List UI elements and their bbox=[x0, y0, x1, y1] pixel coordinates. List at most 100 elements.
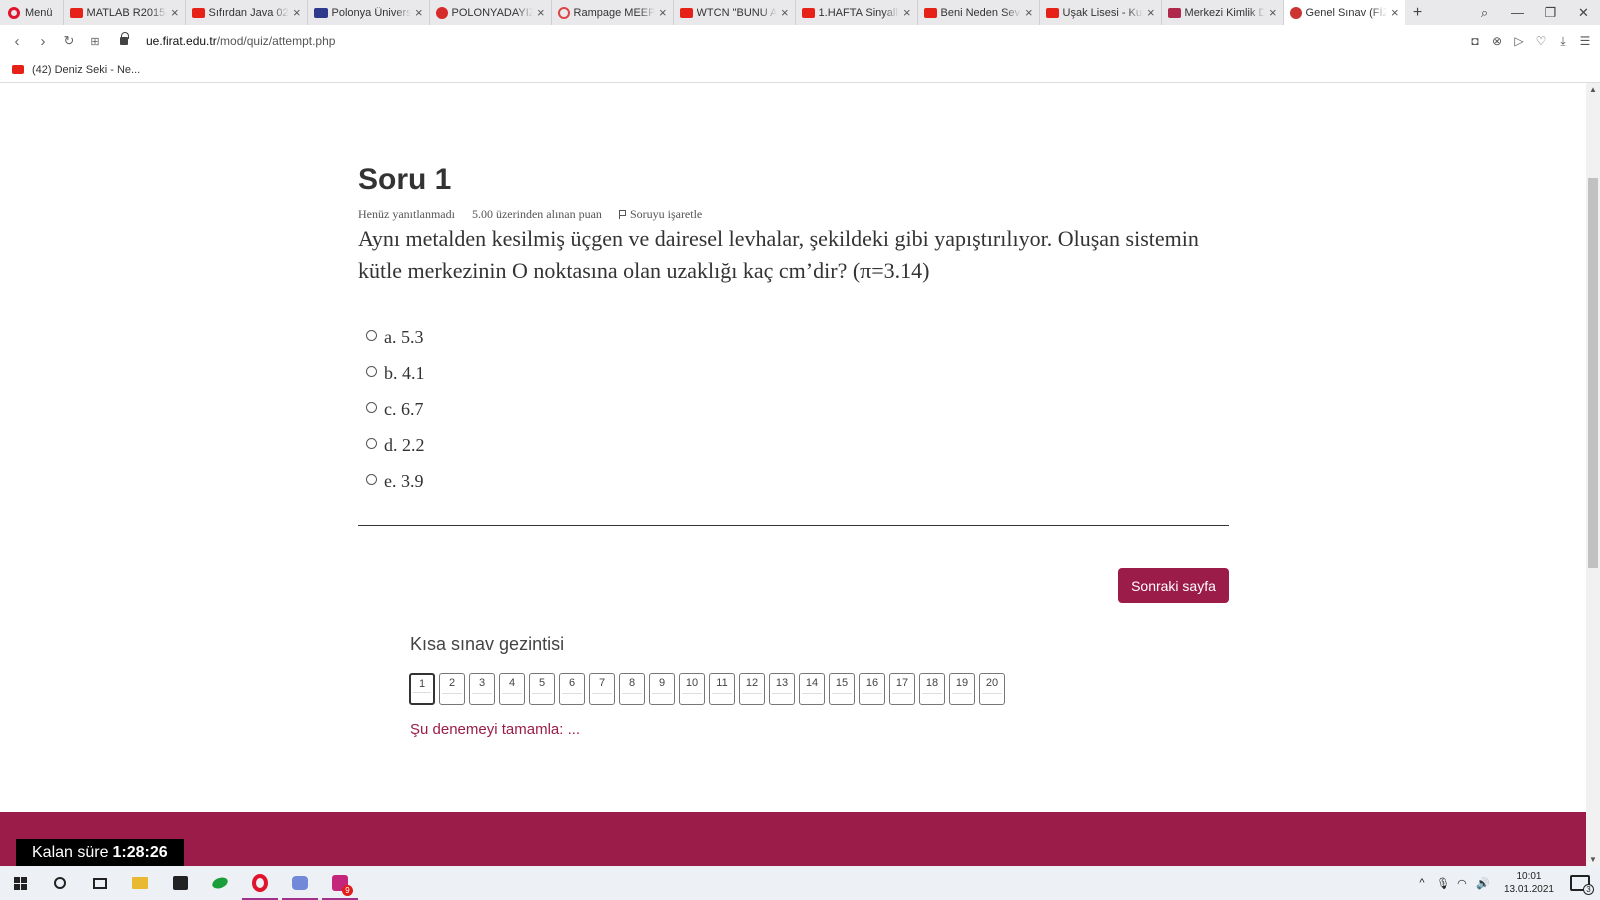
close-tab-icon[interactable]: × bbox=[659, 5, 667, 20]
quiz-nav-button-6[interactable]: 6 bbox=[559, 673, 585, 705]
quiz-nav-button-9[interactable]: 9 bbox=[649, 673, 675, 705]
quiz-nav-button-5[interactable]: 5 bbox=[529, 673, 555, 705]
browser-tab[interactable]: Polonya Üniversit × bbox=[306, 0, 429, 25]
answer-option-d[interactable]: d. 2.2 bbox=[366, 427, 425, 463]
scroll-up-icon[interactable]: ▲ bbox=[1586, 85, 1600, 94]
green-app-button[interactable] bbox=[200, 866, 240, 900]
close-tab-icon[interactable]: × bbox=[1025, 5, 1033, 20]
quiz-nav-button-7[interactable]: 7 bbox=[589, 673, 615, 705]
close-tab-icon[interactable]: × bbox=[1391, 5, 1399, 20]
quiz-nav-button-8[interactable]: 8 bbox=[619, 673, 645, 705]
browser-tab[interactable]: MATLAB R2015a İ × bbox=[62, 0, 185, 25]
answer-option-e[interactable]: e. 3.9 bbox=[366, 463, 425, 499]
minimize-button[interactable]: — bbox=[1501, 5, 1534, 20]
browser-tab[interactable]: POLONYADAYIZ | × bbox=[428, 0, 551, 25]
close-tab-icon[interactable]: × bbox=[1269, 5, 1277, 20]
quiz-nav-button-17[interactable]: 17 bbox=[889, 673, 915, 705]
quiz-nav-button-4[interactable]: 4 bbox=[499, 673, 525, 705]
store-icon bbox=[172, 876, 188, 890]
browser-tab[interactable]: Sıfırdan Java 02 - × bbox=[184, 0, 307, 25]
notification-center-icon[interactable]: 3 bbox=[1570, 875, 1594, 895]
quiz-nav-button-2[interactable]: 2 bbox=[439, 673, 465, 705]
microphone-icon[interactable]: 🎙 bbox=[1436, 877, 1450, 890]
send-icon[interactable]: ▷ bbox=[1512, 34, 1526, 48]
start-button[interactable] bbox=[0, 866, 40, 900]
url-field[interactable]: ue.firat.edu.tr/mod/quiz/attempt.php bbox=[146, 34, 335, 48]
youtube-icon bbox=[191, 7, 205, 18]
snapshot-icon[interactable]: ◘ bbox=[1468, 34, 1482, 48]
quiz-nav-button-18[interactable]: 18 bbox=[919, 673, 945, 705]
browser-tab[interactable]: Uşak Lisesi - Kurt × bbox=[1038, 0, 1161, 25]
browser-tab[interactable]: WTCN "BUNU AS × bbox=[672, 0, 795, 25]
answer-option-b[interactable]: b. 4.1 bbox=[366, 355, 425, 391]
browser-tab[interactable]: Rampage MEEPO × bbox=[550, 0, 673, 25]
download-icon[interactable]: ⤓ bbox=[1556, 34, 1570, 49]
close-tab-icon[interactable]: × bbox=[537, 5, 545, 20]
close-tab-icon[interactable]: × bbox=[415, 5, 423, 20]
radio-button[interactable] bbox=[366, 365, 377, 377]
heart-icon[interactable]: ♡ bbox=[1534, 34, 1548, 48]
wifi-icon[interactable]: ◠ bbox=[1456, 877, 1468, 890]
lock-icon bbox=[120, 32, 129, 45]
opera-taskbar-button[interactable] bbox=[240, 866, 280, 900]
task-view-button[interactable] bbox=[80, 866, 120, 900]
speed-dial-icon[interactable]: ⊞ bbox=[82, 35, 108, 48]
quiz-nav-button-14[interactable]: 14 bbox=[799, 673, 825, 705]
restore-button[interactable]: ❐ bbox=[1534, 5, 1567, 21]
taskbar-search[interactable] bbox=[40, 866, 80, 900]
browser-tab[interactable]: Genel Sınav (FİZ1 × bbox=[1282, 0, 1405, 25]
quiz-nav-button-20[interactable]: 20 bbox=[979, 673, 1005, 705]
scroll-down-icon[interactable]: ▼ bbox=[1586, 855, 1600, 864]
radio-button[interactable] bbox=[366, 329, 377, 341]
discord-taskbar-button[interactable] bbox=[280, 866, 320, 900]
red-circle-icon bbox=[435, 6, 448, 19]
finish-attempt-link[interactable]: Şu denemeyi tamamla: ... bbox=[410, 721, 580, 738]
close-tab-icon[interactable]: × bbox=[1147, 5, 1155, 20]
answer-option-a[interactable]: a. 5.3 bbox=[366, 319, 425, 355]
app-icon: 9 bbox=[332, 875, 353, 896]
quiz-nav-button-16[interactable]: 16 bbox=[859, 673, 885, 705]
folder-icon bbox=[132, 877, 148, 889]
quiz-nav-button-15[interactable]: 15 bbox=[829, 673, 855, 705]
opera-menu-button[interactable]: Menü bbox=[0, 0, 63, 25]
quiz-nav-button-19[interactable]: 19 bbox=[949, 673, 975, 705]
quiz-nav-button-13[interactable]: 13 bbox=[769, 673, 795, 705]
quiz-nav-button-10[interactable]: 10 bbox=[679, 673, 705, 705]
close-window-button[interactable]: ✕ bbox=[1567, 5, 1600, 21]
answer-option-c[interactable]: c. 6.7 bbox=[366, 391, 425, 427]
back-icon[interactable]: ‹ bbox=[4, 33, 30, 50]
address-bar-actions: ◘ ⊗ ▷ ♡ ⤓ ☰ bbox=[1468, 25, 1592, 57]
close-tab-icon[interactable]: × bbox=[293, 5, 301, 20]
quiz-nav-button-12[interactable]: 12 bbox=[739, 673, 765, 705]
quiz-nav-button-1[interactable]: 1 bbox=[409, 673, 435, 705]
close-tab-icon[interactable]: × bbox=[781, 5, 789, 20]
bookmark-item[interactable]: (42) Deniz Seki - Ne... bbox=[32, 64, 140, 76]
radio-button[interactable] bbox=[366, 401, 377, 413]
quiz-nav-button-3[interactable]: 3 bbox=[469, 673, 495, 705]
browser-tab[interactable]: Beni Neden Sevm × bbox=[916, 0, 1039, 25]
quiz-nav-button-11[interactable]: 11 bbox=[709, 673, 735, 705]
store-button[interactable] bbox=[160, 866, 200, 900]
volume-icon[interactable]: 🔊 bbox=[1476, 877, 1490, 890]
next-page-button[interactable]: Sonraki sayfa bbox=[1118, 568, 1229, 603]
close-tab-icon[interactable]: × bbox=[903, 5, 911, 20]
close-tab-icon[interactable]: × bbox=[171, 5, 179, 20]
flag-question-link[interactable]: Soruyu işaretle bbox=[618, 207, 702, 222]
chevron-up-icon[interactable]: ^ bbox=[1416, 877, 1428, 889]
search-tabs-icon[interactable]: ⌕ bbox=[1468, 5, 1501, 21]
radio-button[interactable] bbox=[366, 473, 377, 485]
scrollbar-thumb[interactable] bbox=[1588, 178, 1598, 568]
easy-setup-icon[interactable]: ☰ bbox=[1578, 34, 1592, 48]
page-footer bbox=[0, 812, 1586, 866]
file-explorer-button[interactable] bbox=[120, 866, 160, 900]
new-tab-button[interactable]: + bbox=[1405, 4, 1431, 22]
browser-tab[interactable]: Merkezi Kimlik Do × bbox=[1160, 0, 1283, 25]
app-taskbar-button[interactable]: 9 bbox=[320, 866, 360, 900]
forward-icon[interactable]: › bbox=[30, 33, 56, 50]
radio-button[interactable] bbox=[366, 437, 377, 449]
reload-icon[interactable]: ↻ bbox=[56, 33, 82, 49]
browser-tab[interactable]: 1.HAFTA Sinyaller × bbox=[794, 0, 917, 25]
page-scrollbar[interactable]: ▲ ▼ bbox=[1586, 83, 1600, 866]
clock[interactable]: 10:01 13.01.2021 bbox=[1496, 870, 1562, 896]
adblock-icon[interactable]: ⊗ bbox=[1490, 34, 1504, 48]
